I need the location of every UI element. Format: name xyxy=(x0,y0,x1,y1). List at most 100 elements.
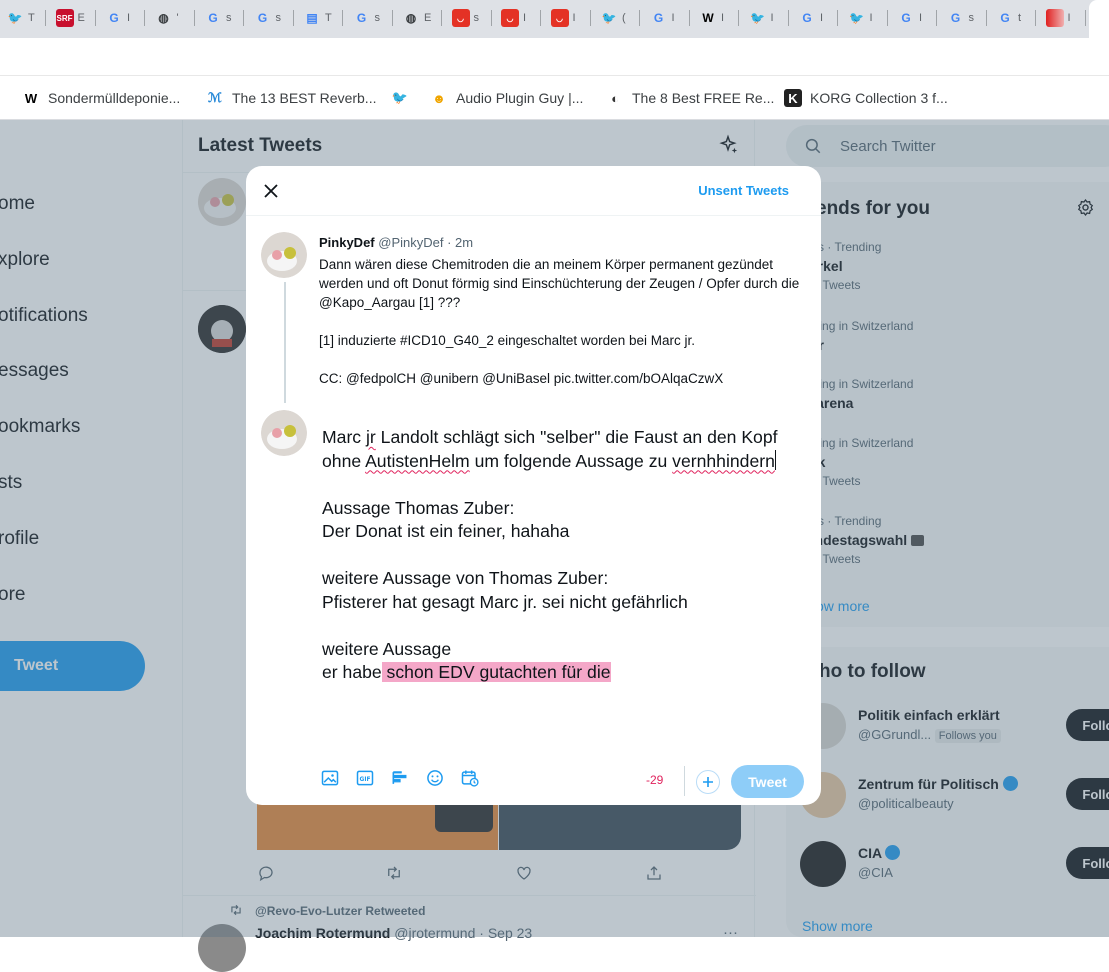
compose-tweet-modal: Unsent Tweets PinkyDef @PinkyDef · 2m Da… xyxy=(246,166,821,805)
gradient-icon xyxy=(1045,9,1064,27)
twitter-icon: 🐦 xyxy=(849,11,864,25)
browser-tab-label: s xyxy=(968,12,975,24)
twitter-icon: 🐦 xyxy=(391,90,409,105)
bookmark-label: Sondermülldeponie... xyxy=(48,90,181,106)
quoted-tweet-header: PinkyDef @PinkyDef · 2m xyxy=(319,235,473,250)
browser-tab[interactable]: WI xyxy=(693,6,739,30)
browser-tab[interactable]: Gs xyxy=(347,6,393,30)
browser-tab[interactable]: Gt xyxy=(990,6,1036,30)
google-icon: G xyxy=(257,11,268,25)
google-icon: G xyxy=(653,11,664,25)
bookmark-label: KORG Collection 3 f... xyxy=(810,90,948,106)
user-avatar[interactable] xyxy=(261,410,307,456)
wikipedia-icon: W xyxy=(24,90,38,106)
browser-tab[interactable]: ◡ I xyxy=(545,6,591,30)
google-icon: G xyxy=(1000,11,1010,25)
poll-icon[interactable] xyxy=(388,766,412,790)
srf-icon: SRF xyxy=(55,9,74,27)
google-icon: G xyxy=(901,11,911,25)
bookmark-item[interactable]: ☻ Audio Plugin Guy |... xyxy=(430,86,583,110)
modal-header: Unsent Tweets xyxy=(246,166,821,216)
browser-tab[interactable]: 🐦 I xyxy=(842,6,888,30)
toolbar-divider xyxy=(684,766,685,796)
browser-tab[interactable]: Gs xyxy=(941,6,987,30)
bookmark-label: The 13 BEST Reverb... xyxy=(232,90,377,106)
browser-tab[interactable]: GI xyxy=(891,6,937,30)
browser-tab-label: I xyxy=(770,12,774,24)
browser-tab-label: s xyxy=(226,12,232,24)
browser-tab[interactable]: I xyxy=(1040,6,1086,30)
google-icon: G xyxy=(802,11,812,25)
smiley-icon: ☻ xyxy=(432,90,446,106)
aliexpress-icon: ◡ xyxy=(451,9,470,27)
globe-icon: ◍ xyxy=(405,11,417,25)
browser-tab-label: I xyxy=(820,12,824,24)
tweet-text-input[interactable]: Marc jr Landolt schlägt sich "selber" di… xyxy=(322,426,802,685)
browser-tab[interactable]: GI xyxy=(99,6,145,30)
browser-tab-label: E xyxy=(424,12,432,24)
browser-tab[interactable]: Gs xyxy=(198,6,244,30)
gif-icon[interactable]: GIF xyxy=(353,766,377,790)
browser-tab[interactable]: L xyxy=(1089,0,1109,38)
browser-tab[interactable]: ◍ E xyxy=(396,6,442,30)
browser-tab-label: s xyxy=(275,12,282,24)
browser-tab[interactable]: 🐦 T xyxy=(0,6,46,30)
browser-tab-label: I xyxy=(869,12,873,24)
browser-tab-label: I xyxy=(919,12,923,24)
twitter-icon: 🐦 xyxy=(601,11,617,25)
aliexpress-icon: ◡ xyxy=(501,9,519,27)
browser-tab-label: T xyxy=(325,12,332,24)
svg-text:GIF: GIF xyxy=(360,777,371,783)
browser-tab[interactable]: SRF E xyxy=(50,6,96,30)
browser-tab-label: E xyxy=(77,12,85,24)
bookmark-item[interactable]: 🐦 xyxy=(391,86,417,110)
twitter-icon: 🐦 xyxy=(7,11,23,25)
browser-tab[interactable]: ◡ s xyxy=(446,6,492,30)
globe-icon: ◍ xyxy=(158,11,169,25)
add-tweet-plus-icon[interactable] xyxy=(696,770,720,794)
moon-icon: ◐ xyxy=(611,90,619,106)
thread-line xyxy=(284,282,286,403)
browser-tab-label: I xyxy=(1067,12,1071,24)
browser-tab[interactable]: Gs xyxy=(248,6,294,30)
browser-tab-label: s xyxy=(374,12,381,24)
google-icon: G xyxy=(208,11,218,25)
browser-tab[interactable]: ◡ I xyxy=(495,6,541,30)
compose-toolbar: GIF xyxy=(318,766,482,790)
twitter-icon: 🐦 xyxy=(750,11,765,25)
browser-tab-label: ( xyxy=(622,12,626,24)
browser-tab-strip: 🐦 T SRF E G I ◍ ' Gs Gs ▤ T Gs ◍ E ◡ s ◡ I ◡ I 🐦(G I W I 🐦 I G I 🐦 I G I… xyxy=(0,0,1109,38)
browser-tab[interactable]: GI xyxy=(644,6,690,30)
browser-tab-label: I xyxy=(721,12,725,24)
browser-tab[interactable]: 🐦 I xyxy=(743,6,789,30)
bookmark-label: The 8 Best FREE Re... xyxy=(632,90,775,106)
unsent-tweets-link[interactable]: Unsent Tweets xyxy=(698,183,789,198)
korg-icon: K xyxy=(784,89,802,107)
browser-tab[interactable]: GI xyxy=(792,6,838,30)
document-icon: ▤ xyxy=(306,11,318,25)
browser-tab-label: T xyxy=(28,12,35,24)
bookmark-label: Audio Plugin Guy |... xyxy=(456,90,584,106)
google-icon: G xyxy=(109,11,119,25)
browser-tab[interactable]: ▤ T xyxy=(297,6,343,30)
none xyxy=(1095,10,1109,28)
tweet-submit-button[interactable]: Tweet xyxy=(731,765,804,798)
bookmark-item[interactable]: ℳ The 13 BEST Reverb... xyxy=(206,86,376,110)
address-bar-area xyxy=(0,38,1109,76)
bookmark-item[interactable]: ◐ The 8 Best FREE Re... xyxy=(606,86,774,110)
browser-tab[interactable]: ◍ ' xyxy=(149,6,195,30)
quoted-author-name[interactable]: PinkyDef xyxy=(319,235,375,250)
browser-tab-label: ' xyxy=(176,12,179,24)
media-icon[interactable] xyxy=(318,766,342,790)
bookmark-item[interactable]: K KORG Collection 3 f... xyxy=(784,86,948,110)
quoted-author-avatar[interactable] xyxy=(261,232,307,278)
bookmark-item[interactable]: W Sondermülldeponie... xyxy=(22,86,180,110)
close-icon[interactable] xyxy=(258,178,284,204)
schedule-icon[interactable] xyxy=(458,766,482,790)
browser-tab[interactable]: 🐦( xyxy=(594,6,640,30)
m-logo-icon: ℳ xyxy=(208,90,222,105)
browser-tab-label: t xyxy=(1018,12,1022,24)
bookmarks-bar: W Sondermülldeponie... ℳ The 13 BEST Reverb… xyxy=(0,76,1109,120)
aliexpress-icon: ◡ xyxy=(550,9,569,27)
emoji-icon[interactable] xyxy=(423,766,447,790)
